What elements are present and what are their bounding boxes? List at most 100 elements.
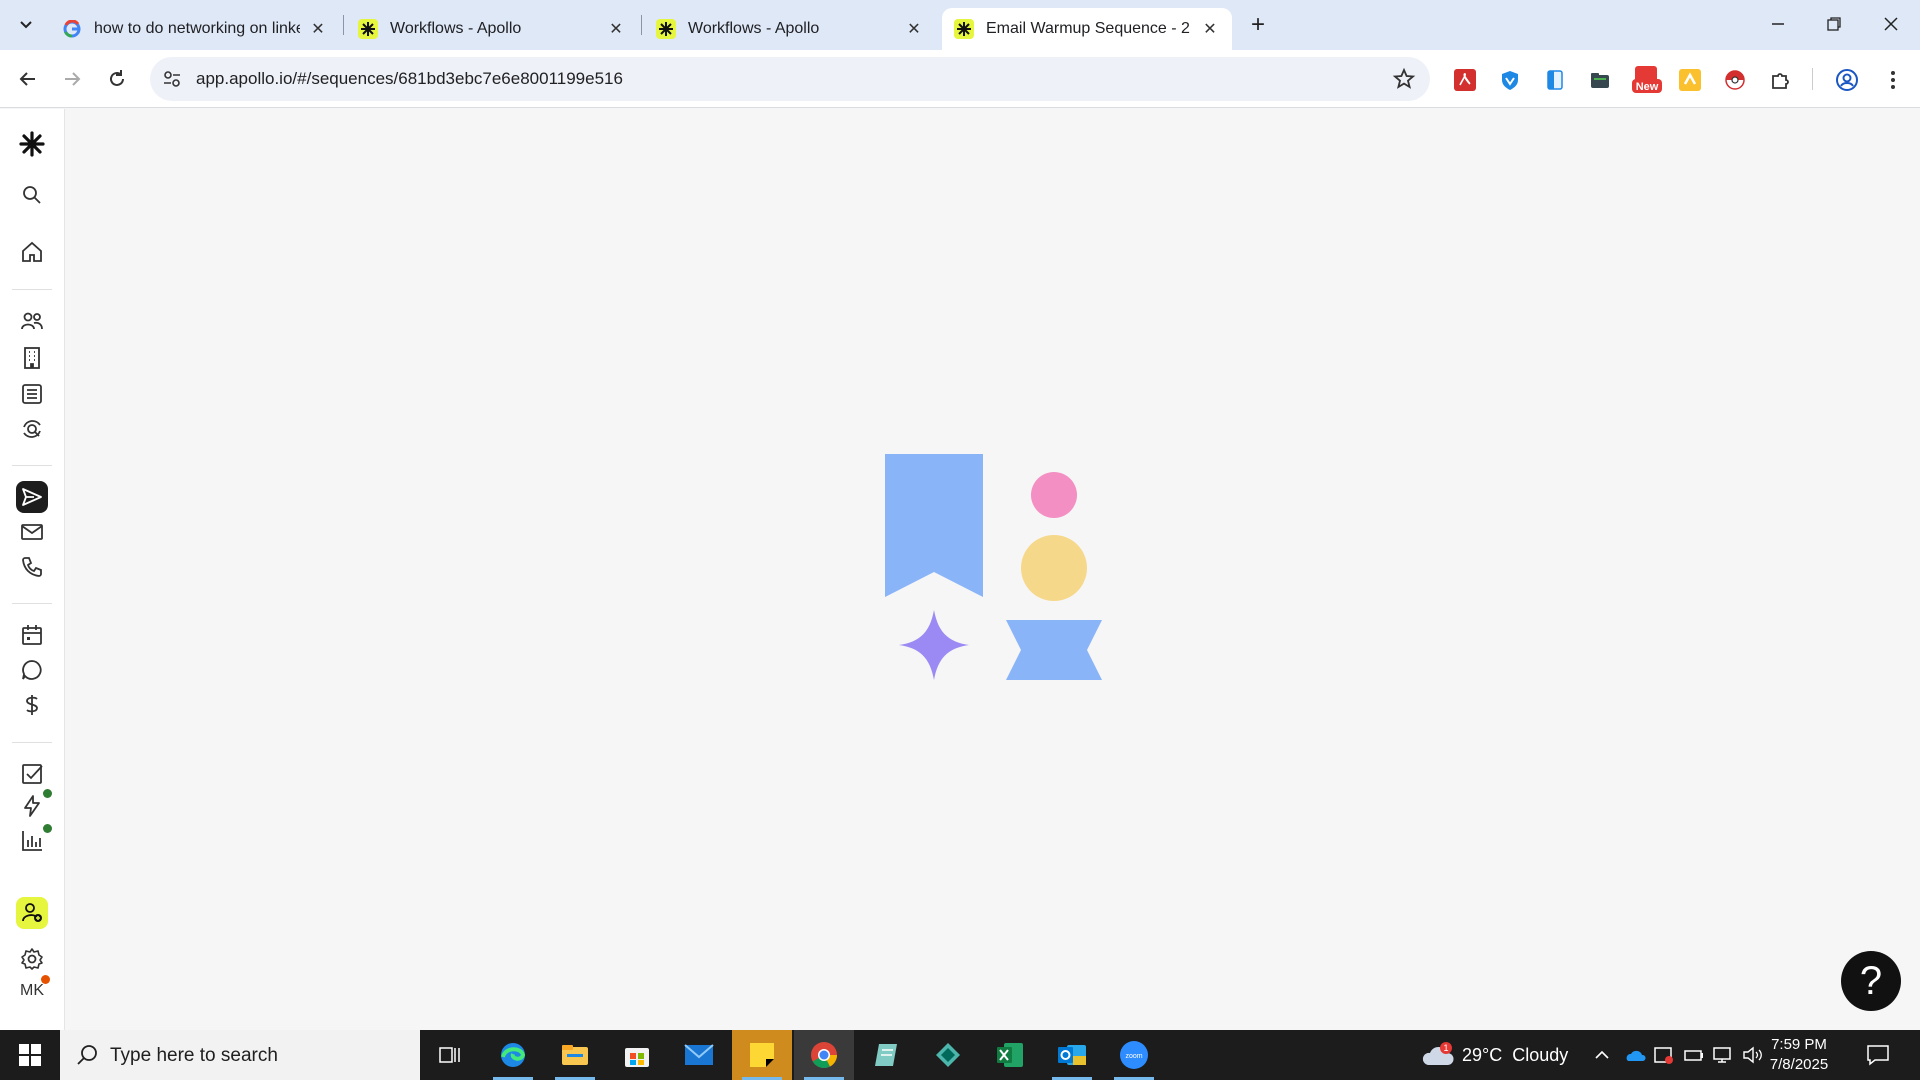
- help-label: ?: [1859, 958, 1883, 1003]
- companies-icon[interactable]: [16, 342, 48, 374]
- settings-icon[interactable]: [16, 943, 48, 975]
- restore-button[interactable]: [1806, 0, 1862, 48]
- zoom-icon[interactable]: zoom: [1104, 1030, 1164, 1080]
- apollo-icon: [954, 19, 974, 39]
- back-button[interactable]: [12, 63, 44, 95]
- clock-time: 7:59 PM: [1771, 1036, 1827, 1053]
- minimize-icon: [1772, 23, 1784, 25]
- loading-illustration: [885, 454, 1102, 680]
- excel-icon[interactable]: [980, 1030, 1040, 1080]
- sidebar-divider: [12, 289, 52, 290]
- help-button[interactable]: ?: [1841, 951, 1901, 1011]
- app-sidebar: MK: [0, 109, 65, 1030]
- tab-workflows-1[interactable]: Workflows - Apollo ✕: [346, 8, 638, 50]
- microsoft-store-icon[interactable]: [607, 1030, 667, 1080]
- workflows-status-dot: [43, 789, 52, 798]
- toolbar-divider: [1812, 68, 1813, 90]
- tab-google-search[interactable]: how to do networking on linkedin ✕: [50, 8, 340, 50]
- svg-text:zoom: zoom: [1125, 1053, 1142, 1060]
- sidebar-divider: [12, 603, 52, 604]
- sequences-icon[interactable]: [16, 481, 48, 513]
- close-window-button[interactable]: [1863, 0, 1919, 48]
- taskbar-clock[interactable]: 7:59 PM 7/8/2025: [1754, 1035, 1844, 1075]
- avatar-notification-dot: [41, 975, 50, 984]
- pink-circle: [1031, 472, 1077, 518]
- chevron-up-icon: [1595, 1050, 1609, 1059]
- yellow-extension-icon[interactable]: [1677, 67, 1703, 93]
- calls-icon[interactable]: [16, 551, 48, 583]
- new-badge: New: [1636, 81, 1659, 93]
- tab-email-warmup-sequence[interactable]: Email Warmup Sequence - 2 - Apollo ✕: [942, 8, 1232, 50]
- people-icon[interactable]: [16, 305, 48, 337]
- emails-icon[interactable]: [16, 516, 48, 548]
- task-view-icon[interactable]: [420, 1030, 480, 1080]
- analytics-status-dot: [43, 824, 52, 833]
- shield-icon[interactable]: [1497, 67, 1523, 93]
- file-explorer-icon[interactable]: [545, 1030, 605, 1080]
- mail-icon[interactable]: [669, 1030, 729, 1080]
- notes-app-icon[interactable]: [856, 1030, 916, 1080]
- minimize-button[interactable]: [1750, 0, 1806, 48]
- reload-button[interactable]: [101, 63, 133, 95]
- data-enrichment-icon[interactable]: [16, 413, 48, 445]
- tab-title: Email Warmup Sequence - 2 - Apollo: [986, 20, 1192, 37]
- invite-user-icon[interactable]: [16, 897, 48, 929]
- apollo-logo-icon[interactable]: [16, 128, 48, 160]
- url-text[interactable]: app.apollo.io/#/sequences/681bd3ebc7e6e8…: [196, 69, 623, 89]
- tab-title: Workflows - Apollo: [390, 20, 522, 37]
- arrow-left-icon: [19, 72, 35, 86]
- pokeball-icon[interactable]: [1722, 67, 1748, 93]
- kebab-menu-icon[interactable]: [1880, 67, 1906, 93]
- folder-icon[interactable]: [1587, 67, 1613, 93]
- clock-date: 7/8/2025: [1769, 1056, 1829, 1073]
- profile-icon[interactable]: [1834, 67, 1860, 93]
- address-bar[interactable]: app.apollo.io/#/sequences/681bd3ebc7e6e8…: [150, 57, 1430, 101]
- avatar-initials: MK: [20, 982, 44, 999]
- forward-button[interactable]: [56, 63, 88, 95]
- search-icon[interactable]: [16, 179, 48, 211]
- outlook-icon[interactable]: [1042, 1030, 1102, 1080]
- tab-workflows-2[interactable]: Workflows - Apollo ✕: [644, 8, 936, 50]
- sticky-notes-icon[interactable]: [732, 1030, 792, 1080]
- show-hidden-icons-button[interactable]: [1594, 1030, 1610, 1080]
- tab-title: how to do networking on linkedin: [94, 20, 300, 37]
- bookmark-star-icon[interactable]: [1392, 67, 1416, 91]
- onedrive-icon[interactable]: [1624, 1030, 1646, 1080]
- chrome-icon[interactable]: [794, 1030, 854, 1080]
- acrobat-icon[interactable]: [1452, 67, 1478, 93]
- browser-toolbar: app.apollo.io/#/sequences/681bd3ebc7e6e8…: [0, 50, 1920, 108]
- browser-tab-bar: how to do networking on linkedin ✕ Workf…: [0, 0, 1920, 50]
- taskbar-search[interactable]: Type here to search: [60, 1030, 420, 1080]
- close-tab-icon[interactable]: ✕: [606, 19, 626, 39]
- edge-icon[interactable]: [483, 1030, 543, 1080]
- network-icon[interactable]: [1712, 1030, 1734, 1080]
- tab-title: Workflows - Apollo: [688, 20, 820, 37]
- close-tab-icon[interactable]: ✕: [1200, 19, 1220, 39]
- site-settings-icon[interactable]: [162, 69, 182, 89]
- close-tab-icon[interactable]: ✕: [308, 19, 328, 39]
- notifications-icon[interactable]: [1866, 1030, 1890, 1080]
- diamond-app-icon[interactable]: [918, 1030, 978, 1080]
- tab-divider: [343, 15, 344, 35]
- bookmark-shape: [885, 454, 983, 597]
- restore-icon: [1827, 17, 1841, 31]
- document-icon[interactable]: [1542, 67, 1568, 93]
- battery-icon[interactable]: [1683, 1030, 1705, 1080]
- reload-icon: [110, 70, 124, 86]
- new-tab-button[interactable]: +: [1244, 11, 1272, 39]
- tasks-icon[interactable]: [16, 758, 48, 790]
- weather-badge: 1: [1443, 1043, 1448, 1053]
- puzzle-icon[interactable]: [1767, 67, 1793, 93]
- google-icon: [62, 19, 82, 39]
- lists-icon[interactable]: [16, 378, 48, 410]
- weather-widget[interactable]: 1 29°C Cloudy: [1420, 1030, 1570, 1080]
- home-icon[interactable]: [16, 236, 48, 268]
- close-tab-icon[interactable]: ✕: [904, 19, 924, 39]
- meetings-icon[interactable]: [16, 619, 48, 651]
- deals-icon[interactable]: [16, 689, 48, 721]
- security-icon[interactable]: [1653, 1030, 1675, 1080]
- new-badge-extension-icon[interactable]: New: [1632, 66, 1662, 93]
- conversations-icon[interactable]: [16, 654, 48, 686]
- start-button[interactable]: [0, 1030, 60, 1080]
- tab-search-button[interactable]: [10, 9, 42, 41]
